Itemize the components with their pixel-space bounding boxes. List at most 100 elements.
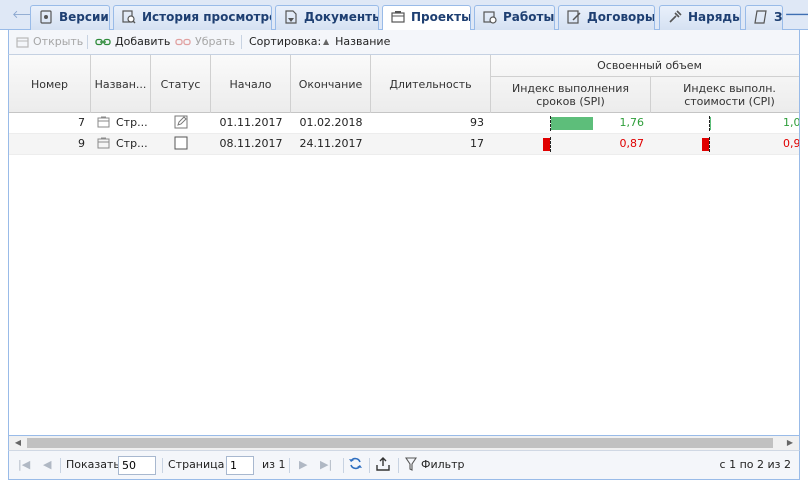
page-number-input[interactable] [226, 456, 254, 475]
toolbar-separator [87, 35, 88, 49]
spi-baseline [550, 137, 551, 152]
tab-strip: 🡐 Версии История просмотров Документы Пр… [0, 0, 808, 31]
row-spi-cell: 1,76 [491, 113, 651, 133]
col-group-earned-header: Освоенный объем [491, 55, 799, 77]
works-icon [483, 11, 497, 24]
first-page-button[interactable]: |◀ [18, 451, 30, 479]
tab-documents[interactable]: Документы [275, 5, 379, 30]
row-start: 01.11.2017 [219, 116, 283, 129]
tab-contracts-label: Договоры [587, 10, 655, 24]
status-empty-icon [174, 136, 188, 150]
col-spi-header[interactable]: Индекс выполнения сроков (SPI) [491, 77, 651, 113]
link-add-icon [95, 38, 111, 46]
tab-projects-label: Проекты [411, 10, 471, 24]
sort-field-label: Название [335, 35, 391, 48]
table-row[interactable]: 7 Стр... 01.11.2017 01.02.2018 93 1,76 1… [9, 113, 800, 134]
row-duration: 17 [470, 137, 484, 150]
last-page-button[interactable]: ▶| [320, 451, 332, 479]
col-status-header[interactable]: Статус [151, 55, 211, 113]
row-end: 24.11.2017 [299, 137, 363, 150]
project-icon [97, 116, 110, 128]
cpi-bar [702, 138, 709, 151]
refresh-icon [349, 457, 362, 470]
tab-works[interactable]: Работы [474, 5, 555, 30]
link-remove-icon [175, 38, 191, 46]
versions-icon [40, 10, 52, 24]
spi-value: 1,76 [619, 116, 645, 129]
status-edit-icon [174, 115, 188, 129]
tab-orders[interactable]: Наряды [659, 5, 741, 30]
projects-grid: Номер Назван... Статус Начало Окончание … [8, 54, 800, 436]
row-cpi-cell: 1,0 [651, 113, 800, 133]
open-button[interactable]: Открыть [16, 30, 83, 54]
remove-button-label: Убрать [195, 35, 236, 48]
spi-bar [551, 117, 593, 130]
tab-scroll-right-button[interactable]: 🡒 [785, 7, 808, 23]
tab-history[interactable]: История просмотров [113, 5, 272, 30]
next-page-button[interactable]: ▶ [299, 451, 307, 479]
filter-button-label: Фильтр [421, 458, 465, 471]
row-number: 9 [78, 137, 85, 150]
open-button-label: Открыть [33, 35, 84, 48]
cpi-value: 1,0 [783, 116, 800, 129]
grid-toolbar: Открыть Добавить Убрать Сортировка: ▲ Наз… [8, 30, 800, 54]
add-button-label: Добавить [115, 35, 171, 48]
filter-button[interactable]: Фильтр [404, 451, 465, 479]
refresh-button[interactable] [348, 451, 363, 479]
tab-scroll-left-button[interactable]: 🡐 [12, 7, 42, 23]
tab-works-label: Работы [503, 10, 555, 24]
cpi-baseline [709, 137, 710, 152]
next-page-icon: ▶ [299, 458, 308, 471]
tab-orders-label: Наряды [688, 10, 741, 24]
col-number-header[interactable]: Номер [9, 55, 91, 113]
row-name-text: Стр... [116, 137, 148, 150]
prev-page-icon: ◀ [43, 458, 52, 471]
tab-tasks-label: З [774, 10, 783, 24]
toolbar-separator [241, 35, 242, 49]
scrollbar-thumb[interactable] [27, 438, 773, 448]
pager-separator [369, 458, 370, 473]
spi-bar [542, 138, 550, 151]
row-number: 7 [78, 116, 85, 129]
export-button[interactable] [376, 451, 390, 479]
tab-documents-label: Документы [304, 10, 379, 24]
col-name-header[interactable]: Назван... [91, 55, 151, 113]
tab-history-label: История просмотров [142, 10, 272, 24]
pager-separator [60, 458, 61, 473]
col-end-header[interactable]: Окончание [291, 55, 371, 113]
pager-separator [289, 458, 290, 473]
row-name[interactable]: Стр... [97, 134, 151, 154]
cpi-bar [710, 117, 711, 130]
tab-tasks[interactable]: З [745, 5, 783, 30]
col-start-header[interactable]: Начало [211, 55, 291, 113]
scroll-right-arrow-icon[interactable]: ▶ [783, 436, 797, 450]
col-duration-header[interactable]: Длительность [371, 55, 491, 113]
export-icon [376, 457, 390, 471]
table-row[interactable]: 9 Стр... 08.11.2017 24.11.2017 17 0,87 0… [9, 134, 799, 155]
remove-button[interactable]: Убрать [175, 30, 235, 54]
grid-header: Номер Назван... Статус Начало Окончание … [9, 55, 799, 113]
paging-toolbar: |◀ ◀ Показать Страница из 1 ▶ ▶| Фильтр … [8, 450, 800, 480]
pager-separator [343, 458, 344, 473]
page-count-label: из 1 [262, 458, 286, 471]
tasks-icon [754, 10, 767, 24]
spi-value: 0,87 [619, 137, 645, 150]
prev-page-button[interactable]: ◀ [43, 451, 51, 479]
scroll-left-arrow-icon[interactable]: ◀ [11, 436, 25, 450]
sort-label: Сортировка: [249, 35, 322, 48]
col-cpi-header[interactable]: Индекс выполн. стоимости (CPI) [651, 77, 799, 113]
add-button[interactable]: Добавить [95, 30, 170, 54]
row-spi-cell: 0,87 [491, 134, 651, 154]
row-name[interactable]: Стр... [97, 113, 151, 133]
sort-field-button[interactable]: ▲ Название [323, 30, 390, 54]
tab-contracts[interactable]: Договоры [558, 5, 655, 30]
tab-versions[interactable]: Версии [30, 5, 110, 30]
contracts-icon [567, 10, 581, 24]
row-name-text: Стр... [116, 116, 148, 129]
tab-projects[interactable]: Проекты [382, 5, 471, 31]
orders-icon [669, 10, 682, 23]
page-size-input[interactable] [118, 456, 156, 475]
row-duration: 93 [470, 116, 484, 129]
horizontal-scrollbar[interactable]: ◀ ▶ [8, 436, 800, 450]
documents-icon [285, 10, 297, 24]
